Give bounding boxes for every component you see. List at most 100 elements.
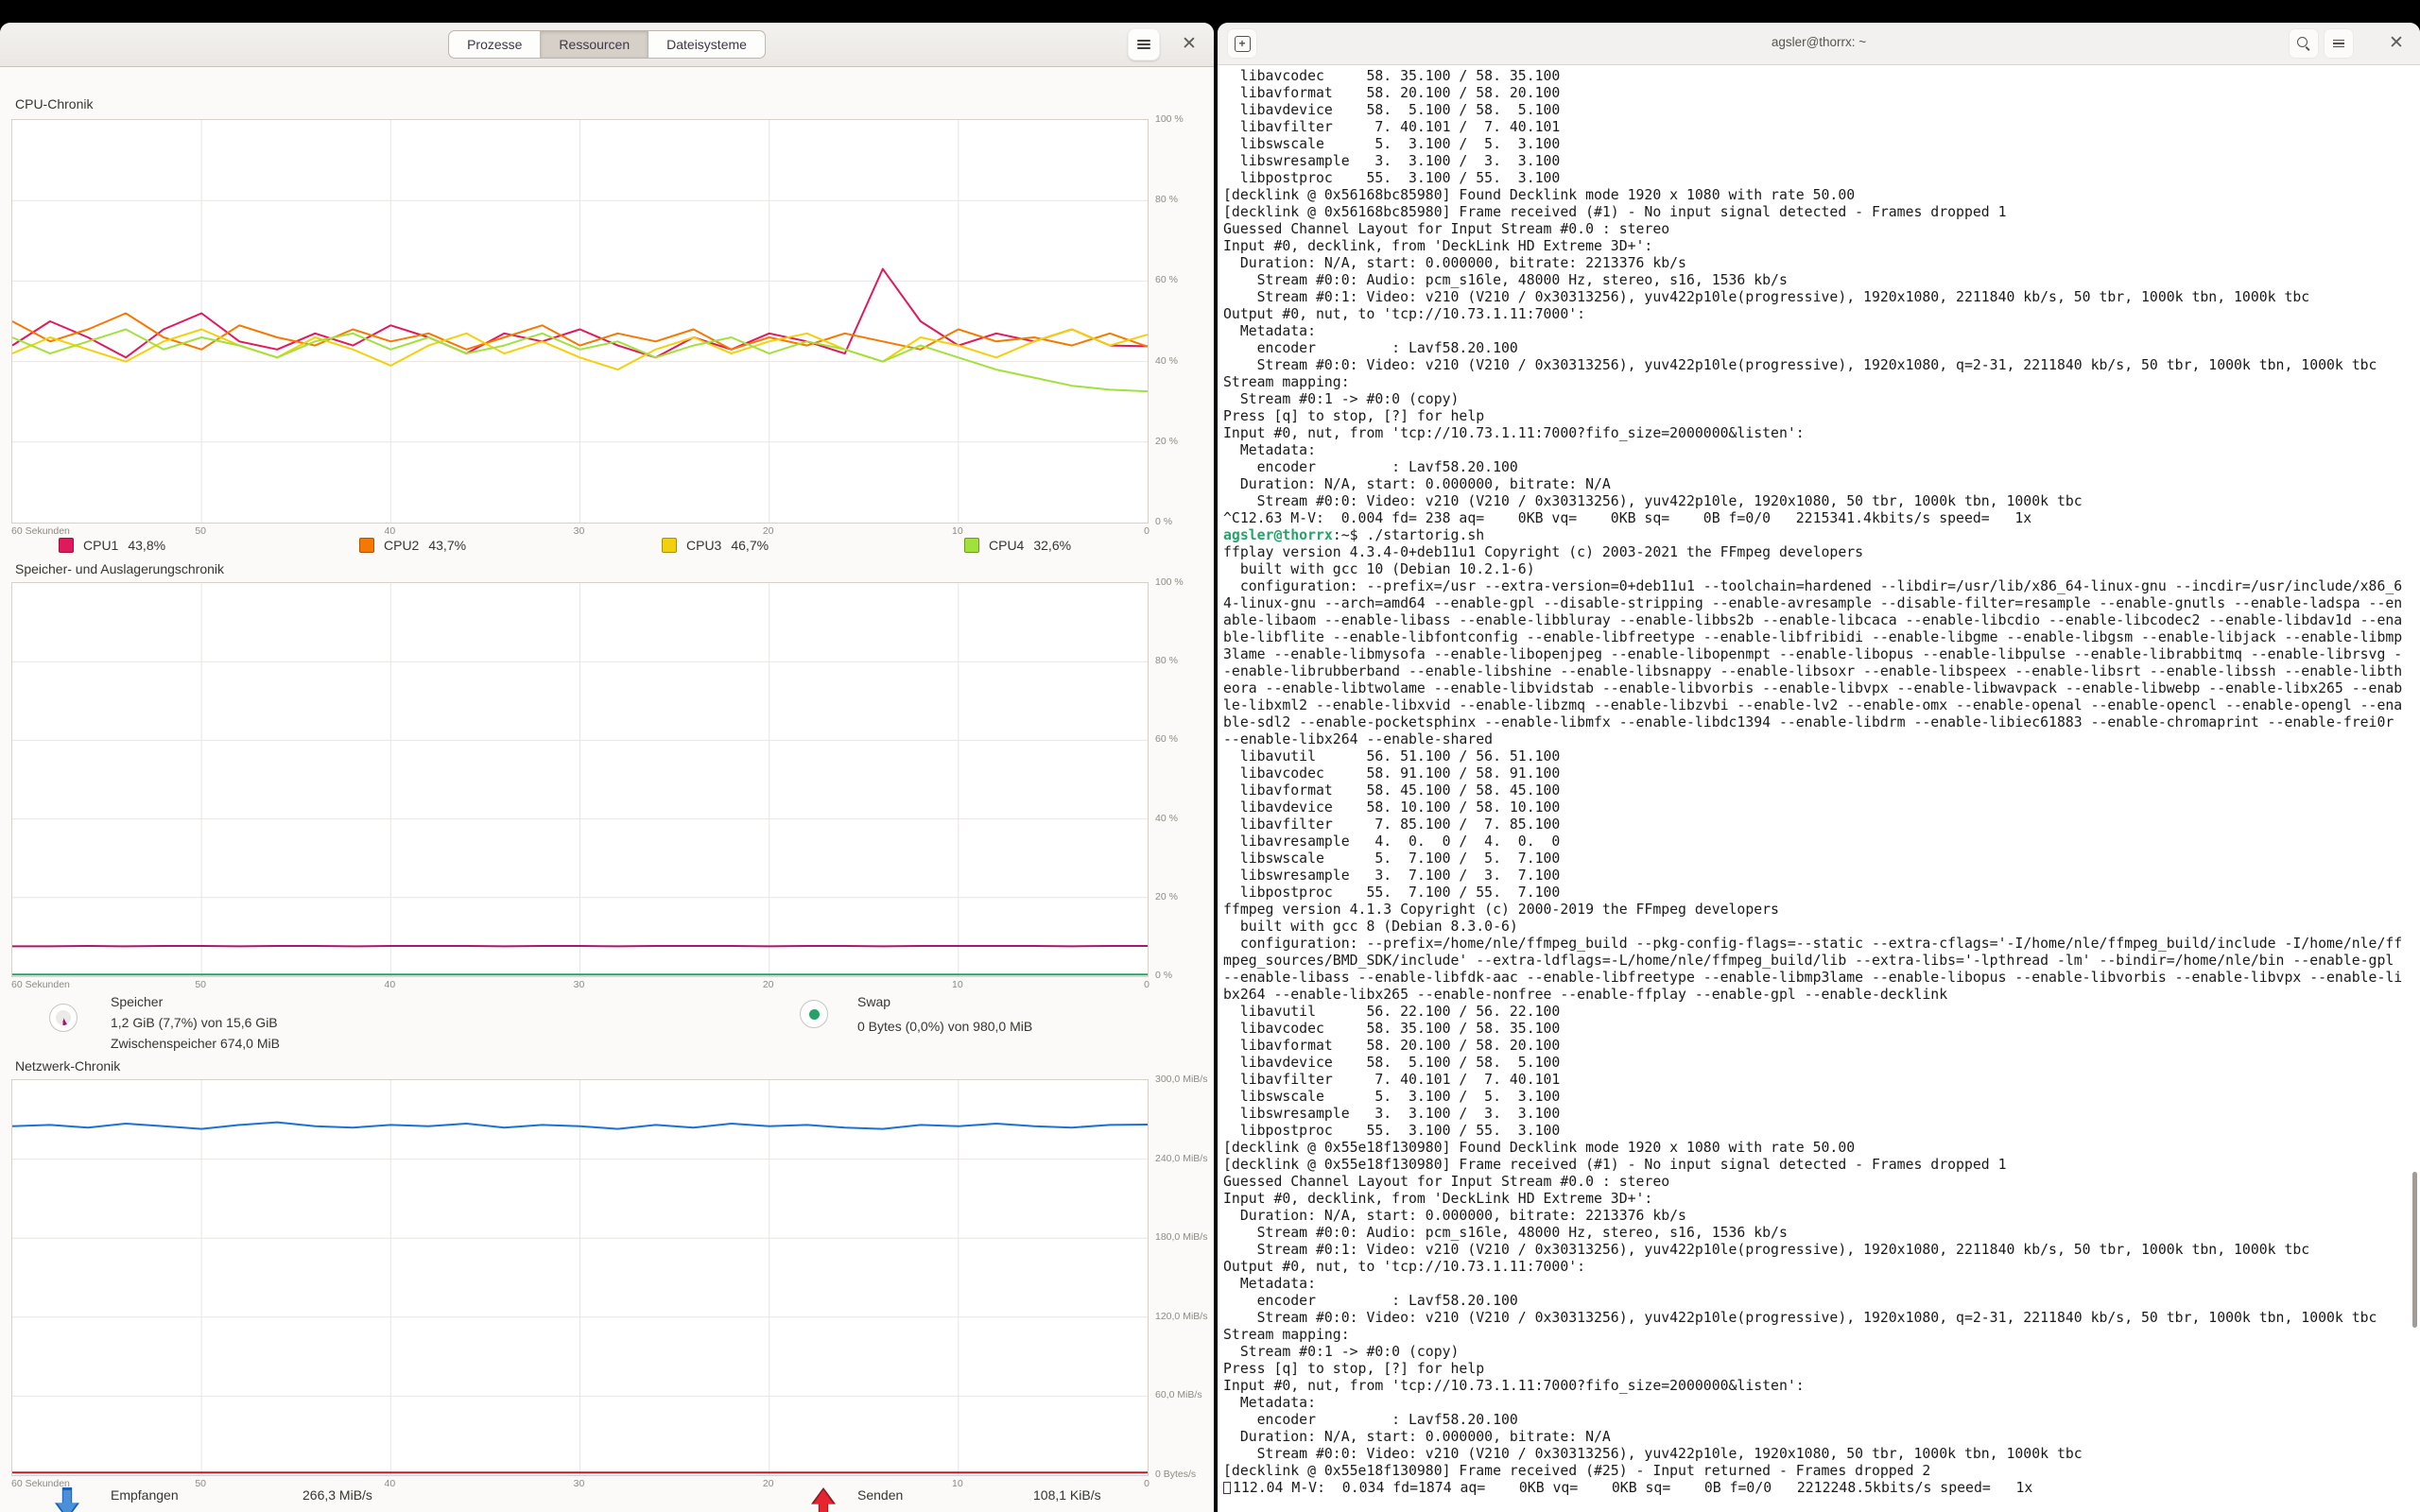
terminal-line: Stream #0:0: Video: v210 (V210 / 0x30313… [1223,493,2411,510]
x-axis-label: 50 [195,1478,206,1489]
terminal-line: built with gcc 10 (Debian 10.2.1-6) [1223,561,2411,578]
legend-cpu1: CPU143,8% [59,538,165,553]
terminal-line: Output #0, nut, to 'tcp://10.73.1.11:700… [1223,306,2411,323]
legend-cpu3: CPU346,7% [662,538,769,553]
terminal-line: ble-sdl2 --enable-pocketsphinx --enable-… [1223,714,2411,731]
hamburger-icon [1137,38,1150,51]
terminal-line: Stream #0:1: Video: v210 (V210 / 0x30313… [1223,1242,2411,1259]
terminal-line: libswresample 3. 3.100 / 3. 3.100 [1223,1106,2411,1123]
memory-title: Speicher [111,994,163,1009]
y-axis-label: 40 % [1155,355,1178,367]
terminal-line: libavfilter 7. 85.100 / 7. 85.100 [1223,816,2411,833]
x-axis-label: 40 [384,525,395,537]
terminal-menu-button[interactable] [2324,28,2354,59]
x-axis-label: 0 [1144,979,1150,990]
x-axis-label: 30 [574,1478,585,1489]
terminal-line: ^C12.63 M-V: 0.004 fd= 238 aq= 0KB vq= 0… [1223,510,2411,527]
y-axis-label: 40 % [1155,813,1178,824]
terminal-line: libswscale 5. 3.100 / 5. 3.100 [1223,136,2411,153]
x-axis-label: 30 [574,525,585,537]
terminal-line: Stream #0:1 -> #0:0 (copy) [1223,391,2411,408]
terminal-line: [decklink @ 0x55e18f130980] Frame receiv… [1223,1463,2411,1480]
terminal-line: 3lame --enable-libmysofa --enable-libope… [1223,646,2411,663]
close-icon: ✕ [1182,34,1197,54]
sent-rate: 108,1 KiB/s [1033,1487,1101,1503]
terminal-line: Metadata: [1223,323,2411,340]
terminal-line: libavformat 58. 20.100 / 58. 20.100 [1223,85,2411,102]
x-axis-label: 40 [384,1478,395,1489]
desktop: { "monitor": { "tabs": [ {"label": "Proz… [0,0,2420,1512]
terminal-line: able-libaom --enable-libass --enable-lib… [1223,612,2411,629]
cpu4-swatch [964,538,979,553]
legend-cpu2: CPU243,7% [359,538,466,553]
y-axis-label: 20 % [1155,436,1178,447]
y-axis-label: 180,0 MiB/s [1155,1231,1207,1243]
terminal-line: Metadata: [1223,1276,2411,1293]
x-axis-label: 0 [1144,525,1150,537]
x-axis-label: 20 [763,979,774,990]
terminal-line: bx264 --enable-libx265 --enable-nonfree … [1223,987,2411,1004]
upload-arrow-icon [811,1487,836,1512]
terminal-line: Guessed Channel Layout for Input Stream … [1223,221,2411,238]
x-axis-label: 10 [952,525,963,537]
terminal-line: encoder : Lavf58.20.100 [1223,1293,2411,1310]
cpu-x-axis: 60 Sekunden50403020100 [11,525,1147,539]
tab-ressourcen[interactable]: Ressourcen [541,30,648,59]
terminal-line: Stream mapping: [1223,1327,2411,1344]
network-x-axis: 60 Sekunden50403020100 [11,1478,1147,1491]
close-window-button[interactable]: ✕ [1179,34,1200,55]
terminal-line: Guessed Channel Layout for Input Stream … [1223,1174,2411,1191]
y-axis-label: 100 % [1155,113,1184,125]
terminal-line: Stream #0:0: Video: v210 (V210 / 0x30313… [1223,1446,2411,1463]
terminal-close-button[interactable]: ✕ [2386,33,2407,54]
terminal-line: [decklink @ 0x56168bc85980] Frame receiv… [1223,204,2411,221]
y-axis-label: 100 % [1155,576,1184,588]
terminal-line: Input #0, nut, from 'tcp://10.73.1.11:70… [1223,425,2411,442]
terminal-line: configuration: --prefix=/home/nle/ffmpeg… [1223,936,2411,953]
memory-chart-canvas [12,583,1148,976]
tab-prozesse[interactable]: Prozesse [448,30,541,59]
terminal-line: mpeg_sources/BMD_SDK/include' --extra-ld… [1223,953,2411,970]
y-axis-label: 80 % [1155,194,1178,205]
terminal-line: Stream #0:0: Video: v210 (V210 / 0x30313… [1223,1310,2411,1327]
terminal-line: ffplay version 4.3.4-0+deb11u1 Copyright… [1223,544,2411,561]
received-rate: 266,3 MiB/s [302,1487,372,1503]
terminal-line: Output #0, nut, to 'tcp://10.73.1.11:700… [1223,1259,2411,1276]
terminal-line: le-libxml2 --enable-libxvid --enable-lib… [1223,697,2411,714]
terminal-line: libswresample 3. 3.100 / 3. 3.100 [1223,153,2411,170]
x-axis-label: 20 [763,1478,774,1489]
y-axis-label: 60 % [1155,733,1178,745]
x-axis-label: 20 [763,525,774,537]
x-axis-label: 60 Sekunden [11,525,70,537]
terminal-line: --enable-libx264 --enable-shared [1223,731,2411,748]
swap-title: Swap [857,994,890,1009]
terminal-line: libavcodec 58. 35.100 / 58. 35.100 [1223,1021,2411,1038]
terminal-line: --enable-libass --enable-libfdk-aac --en… [1223,970,2411,987]
view-switcher: Prozesse Ressourcen Dateisysteme [448,30,766,59]
terminal-line: configuration: --prefix=/usr --extra-ver… [1223,578,2411,595]
x-axis-label: 10 [952,979,963,990]
tab-dateisysteme[interactable]: Dateisysteme [648,30,766,59]
terminal-line: Duration: N/A, start: 0.000000, bitrate:… [1223,1429,2411,1446]
primary-menu-button[interactable] [1128,28,1160,60]
y-axis-label: 0 Bytes/s [1155,1469,1196,1480]
terminal-line: libswscale 5. 3.100 / 5. 3.100 [1223,1089,2411,1106]
cpu2-swatch [359,538,374,553]
terminal-line: ble-libflite --enable-libfontconfig --en… [1223,629,2411,646]
terminal-line: Duration: N/A, start: 0.000000, bitrate:… [1223,255,2411,272]
terminal-line: Stream #0:1 -> #0:0 (copy) [1223,1344,2411,1361]
terminal-line: libpostproc 55. 3.100 / 55. 3.100 [1223,170,2411,187]
terminal-cursor [1223,1482,1231,1494]
y-axis-label: 80 % [1155,655,1178,666]
y-axis-label: 60,0 MiB/s [1155,1389,1202,1400]
terminal-line: Press [q] to stop, [?] for help [1223,408,2411,425]
terminal-line: encoder : Lavf58.20.100 [1223,1412,2411,1429]
search-button[interactable] [2289,28,2319,59]
memory-section-title: Speicher- und Auslagerungschronik [15,561,224,576]
memory-cache: Zwischenspeicher 674,0 MiB [111,1036,280,1051]
terminal-scrollbar-thumb[interactable] [2412,1172,2417,1328]
terminal-line: libavdevice 58. 10.100 / 58. 10.100 [1223,799,2411,816]
terminal-line: Duration: N/A, start: 0.000000, bitrate:… [1223,1208,2411,1225]
cpu1-swatch [59,538,74,553]
y-axis-label: 20 % [1155,891,1178,902]
